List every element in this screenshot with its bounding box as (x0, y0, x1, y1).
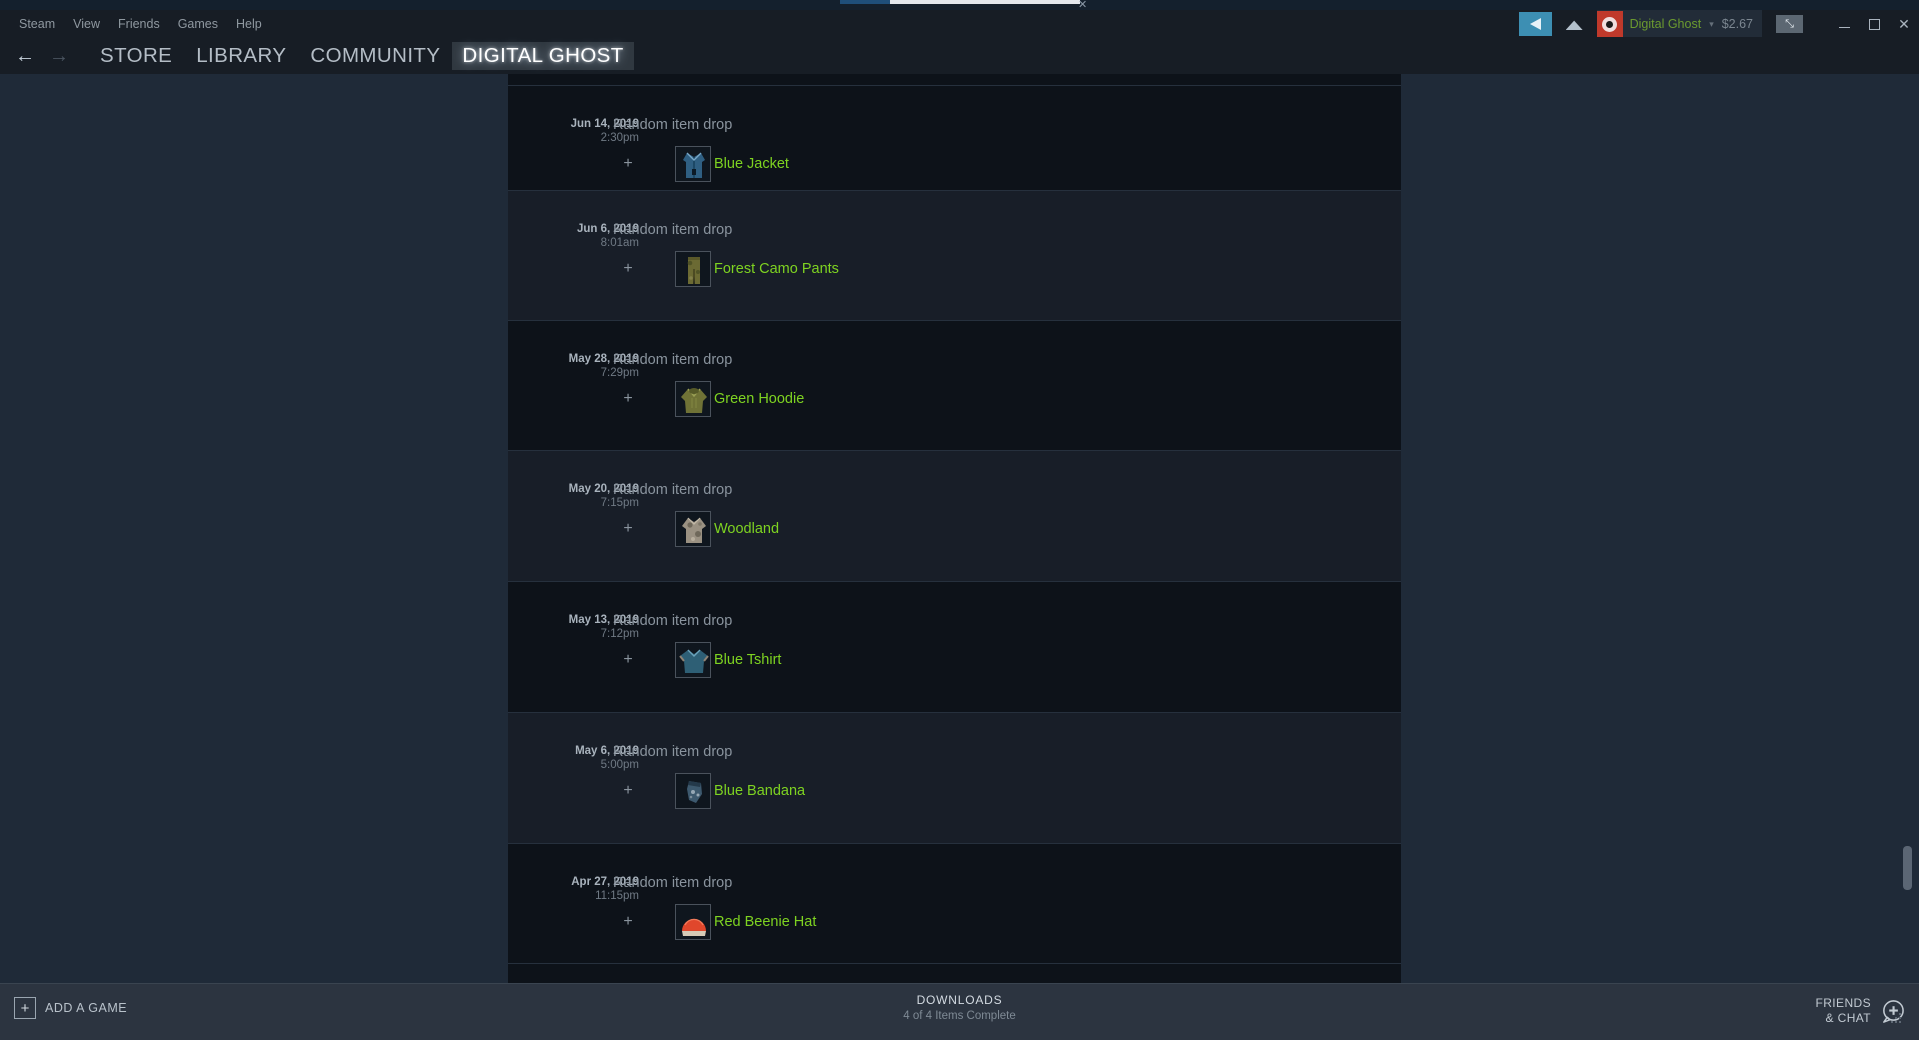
row-time: 7:29pm (600, 367, 639, 379)
row-event-title: Random item drop (613, 875, 733, 891)
wallet-balance: $2.67 (1721, 17, 1753, 31)
add-a-game-button[interactable]: + ADD A GAME (14, 997, 127, 1019)
friends-chat-line2: & CHAT (1825, 1011, 1871, 1025)
back-arrow-icon[interactable]: ← (8, 41, 42, 71)
row-item-name[interactable]: Green Hoodie (714, 391, 804, 407)
row-time: 7:12pm (600, 628, 639, 640)
broadcast-icon[interactable] (1518, 12, 1552, 36)
plus-sign-icon: + (623, 520, 633, 537)
woodland-icon[interactable] (675, 511, 711, 547)
nav-tab-store[interactable]: STORE (88, 42, 184, 70)
row-time: 11:15pm (595, 890, 639, 902)
menu-games[interactable]: Games (169, 14, 227, 34)
inventory-history-row: May 13, 2019 7:12pm Random item drop + B… (508, 582, 1401, 713)
nav-tab-library[interactable]: LIBRARY (184, 42, 298, 70)
envelope-icon[interactable] (1558, 11, 1591, 37)
inventory-history-list: Jun 14, 2019 2:30pm Random item drop + B… (508, 86, 1401, 964)
tab-strip-accent (840, 0, 890, 4)
row-item-line: + Forest Camo Pants (613, 250, 839, 288)
main-body: Jun 14, 2019 2:30pm Random item drop + B… (0, 74, 1919, 1002)
partial-row-top (508, 74, 1401, 86)
maximize-icon (1868, 18, 1880, 30)
blue-jacket-icon[interactable] (675, 146, 711, 182)
navigation-bar: ← → STORE LIBRARY COMMUNITY DIGITAL GHOS… (0, 37, 1919, 74)
nav-tab-community[interactable]: COMMUNITY (298, 42, 452, 70)
add-a-game-label: ADD A GAME (45, 1001, 128, 1015)
row-event-title: Random item drop (613, 613, 733, 629)
row-time: 8:01am (600, 237, 639, 249)
expand-icon[interactable]: ⤡ (1776, 15, 1803, 33)
account-menu-button[interactable]: Digital Ghost ▾ $2.67 (1596, 10, 1762, 38)
row-time: 2:30pm (600, 132, 639, 144)
tab-close-icon[interactable]: ✕ (1078, 0, 1090, 11)
row-item-line: + Green Hoodie (613, 380, 804, 418)
forward-arrow-icon[interactable]: → (42, 41, 76, 71)
steam-client-window: ✕ Steam View Friends Games Help Digital … (0, 0, 1919, 1040)
inventory-history-row: May 28, 2019 7:29pm Random item drop + G… (508, 321, 1401, 451)
row-item-name[interactable]: Blue Bandana (714, 783, 805, 799)
account-cluster: Digital Ghost ▾ $2.67 ⤡ ✕ (1518, 8, 1919, 40)
row-item-name[interactable]: Woodland (714, 521, 779, 537)
window-controls: ⤡ ✕ (1776, 11, 1919, 37)
row-item-line: + Blue Jacket (613, 145, 789, 183)
scrollbar-thumb[interactable] (1903, 846, 1912, 890)
inventory-history-panel: Jun 14, 2019 2:30pm Random item drop + B… (508, 74, 1401, 1002)
row-item-name[interactable]: Blue Tshirt (714, 652, 781, 668)
green-hoodie-icon[interactable] (675, 381, 711, 417)
plus-sign-icon: + (623, 651, 633, 668)
resize-grip[interactable] (1891, 1013, 1901, 1023)
avatar-eye-icon (1602, 16, 1618, 32)
chevron-down-icon: ▾ (1709, 18, 1714, 29)
plus-icon: + (14, 997, 36, 1019)
avatar[interactable] (1596, 11, 1623, 37)
row-item-name[interactable]: Red Beenie Hat (714, 914, 816, 930)
downloads-progress-text: 4 of 4 Items Complete (903, 1010, 1016, 1022)
forest-camo-pants-icon[interactable] (675, 251, 711, 287)
plus-sign-icon: + (623, 260, 633, 277)
maximize-button[interactable] (1859, 11, 1889, 37)
menu-help[interactable]: Help (227, 14, 271, 34)
minimize-button[interactable] (1829, 11, 1859, 37)
status-bar: + ADD A GAME DOWNLOADS 4 of 4 Items Comp… (0, 983, 1919, 1040)
menu-view[interactable]: View (64, 14, 109, 34)
vertical-scrollbar[interactable] (1903, 74, 1913, 1002)
blue-tshirt-icon[interactable] (675, 642, 711, 678)
friends-chat-label: FRIENDS & CHAT (1816, 996, 1871, 1026)
inventory-history-row: Apr 27, 2019 11:15pm Random item drop + … (508, 844, 1401, 964)
menu-steam[interactable]: Steam (10, 14, 64, 34)
plus-sign-icon: + (623, 155, 633, 172)
minimize-icon (1838, 27, 1850, 28)
blue-bandana-icon[interactable] (675, 773, 711, 809)
row-time: 7:15pm (600, 497, 639, 509)
red-beenie-hat-icon[interactable] (675, 904, 711, 940)
row-event-title: Random item drop (613, 482, 733, 498)
row-item-line: + Blue Tshirt (613, 641, 781, 679)
inventory-history-row: May 20, 2019 7:15pm Random item drop + W… (508, 451, 1401, 582)
plus-sign-icon: + (623, 782, 633, 799)
friends-and-chat-button[interactable]: FRIENDS & CHAT (1816, 996, 1905, 1026)
nav-tab-digital-ghost[interactable]: DIGITAL GHOST (452, 41, 634, 70)
plus-sign-icon: + (623, 390, 633, 407)
menu-friends[interactable]: Friends (109, 14, 169, 34)
row-event-title: Random item drop (613, 744, 733, 760)
plus-sign-icon: + (623, 913, 633, 930)
row-event-title: Random item drop (613, 222, 733, 238)
downloads-title: DOWNLOADS (916, 993, 1003, 1007)
downloads-status[interactable]: DOWNLOADS 4 of 4 Items Complete (903, 993, 1016, 1022)
row-item-line: + Blue Bandana (613, 772, 805, 810)
tab-strip-highlight (890, 0, 1080, 4)
row-event-title: Random item drop (613, 117, 733, 133)
inventory-history-row: Jun 14, 2019 2:30pm Random item drop + B… (508, 86, 1401, 191)
close-button[interactable]: ✕ (1889, 11, 1919, 37)
row-item-line: + Woodland (613, 510, 779, 548)
inventory-history-row: Jun 6, 2019 8:01am Random item drop + Fo… (508, 191, 1401, 321)
inventory-history-row: May 6, 2019 5:00pm Random item drop + Bl… (508, 713, 1401, 844)
row-item-line: + Red Beenie Hat (613, 903, 816, 941)
row-event-title: Random item drop (613, 352, 733, 368)
row-time: 5:00pm (600, 759, 639, 771)
row-item-name[interactable]: Blue Jacket (714, 156, 789, 172)
account-username: Digital Ghost (1629, 17, 1702, 31)
row-item-name[interactable]: Forest Camo Pants (714, 261, 839, 277)
friends-chat-line1: FRIENDS (1815, 996, 1871, 1010)
